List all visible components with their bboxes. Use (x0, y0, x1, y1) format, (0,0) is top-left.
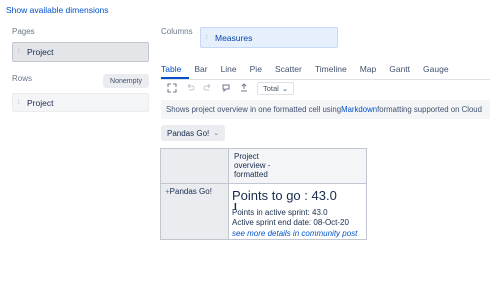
chevron-down-icon: ⌄ (213, 130, 220, 137)
total-dropdown[interactable]: Total ⌄ (257, 81, 295, 95)
points-to-go-heading: Points to go : 43.0 (232, 188, 337, 203)
report-description: Shows project overview in one formatted … (161, 100, 490, 119)
tab-map[interactable]: Map (360, 64, 377, 77)
tab-gauge[interactable]: Gauge (423, 64, 449, 77)
pages-dimension-project[interactable]: ⁞ Project (12, 42, 149, 62)
tab-line[interactable]: Line (221, 64, 237, 77)
table-corner (161, 149, 229, 184)
drag-handle-icon[interactable]: ⁞ (206, 35, 208, 41)
description-text: Shows project overview in one formatted … (166, 105, 342, 114)
column-header-line: Project (234, 152, 259, 161)
rows-dimension-project[interactable]: ⁞ Project (12, 93, 149, 112)
columns-label: Columns (161, 27, 193, 36)
row-header-pandas-go[interactable]: +Pandas Go! (161, 184, 229, 239)
expand-icon[interactable] (163, 81, 181, 95)
drag-handle-icon[interactable]: ⁞ (18, 100, 20, 106)
export-icon[interactable] (235, 81, 253, 95)
report-table: Project overview - formatted +Pandas Go!… (160, 148, 367, 240)
page-selector-value: Pandas Go! (167, 128, 210, 138)
points-in-sprint-text: Points in active sprint: 43.0 (232, 208, 328, 217)
tab-pie[interactable]: Pie (250, 64, 262, 77)
community-post-link[interactable]: see more details in community post (232, 229, 357, 238)
row-header-label: Pandas Go! (169, 187, 212, 196)
undo-icon[interactable] (181, 81, 199, 95)
markdown-link[interactable]: Markdown (341, 105, 377, 114)
tab-table[interactable]: Table (161, 64, 181, 77)
text-cursor-icon: I (234, 202, 237, 213)
tab-gantt[interactable]: Gantt (389, 64, 410, 77)
column-header-line: formatted (234, 170, 268, 179)
column-header-project-overview[interactable]: Project overview - formatted (229, 149, 366, 184)
total-dropdown-label: Total (263, 83, 279, 93)
tabs-divider (161, 79, 490, 80)
dimension-label: Project (27, 47, 54, 57)
tab-timeline[interactable]: Timeline (315, 64, 347, 77)
comment-icon[interactable] (217, 81, 235, 95)
chevron-down-icon: ⌄ (281, 83, 289, 93)
dimension-label: Measures (215, 32, 253, 43)
redo-icon[interactable] (199, 81, 217, 95)
formatted-cell: Points to go : 43.0 Points in active spr… (229, 184, 366, 239)
chart-type-tabs: Table Bar Line Pie Scatter Timeline Map … (161, 64, 462, 77)
nonempty-button[interactable]: Nonempty (103, 74, 149, 88)
columns-dimension-measures[interactable]: ⁞ Measures (200, 27, 338, 48)
column-header-line: overview - (234, 161, 271, 170)
pages-label: Pages (12, 27, 35, 36)
sprint-end-date-text: Active sprint end date: 08-Oct-20 (232, 218, 349, 227)
show-dimensions-link[interactable]: Show available dimensions (6, 5, 109, 15)
rows-label: Rows (12, 74, 33, 83)
drag-handle-icon[interactable]: ⁞ (18, 49, 20, 55)
tab-bar[interactable]: Bar (194, 64, 207, 77)
description-text-end: formatting supported on Cloud (377, 105, 482, 114)
page-selector[interactable]: Pandas Go! ⌄ (161, 125, 226, 141)
table-toolbar: Total ⌄ (163, 81, 295, 95)
dimension-label: Project (27, 97, 54, 108)
tab-scatter[interactable]: Scatter (275, 64, 302, 77)
